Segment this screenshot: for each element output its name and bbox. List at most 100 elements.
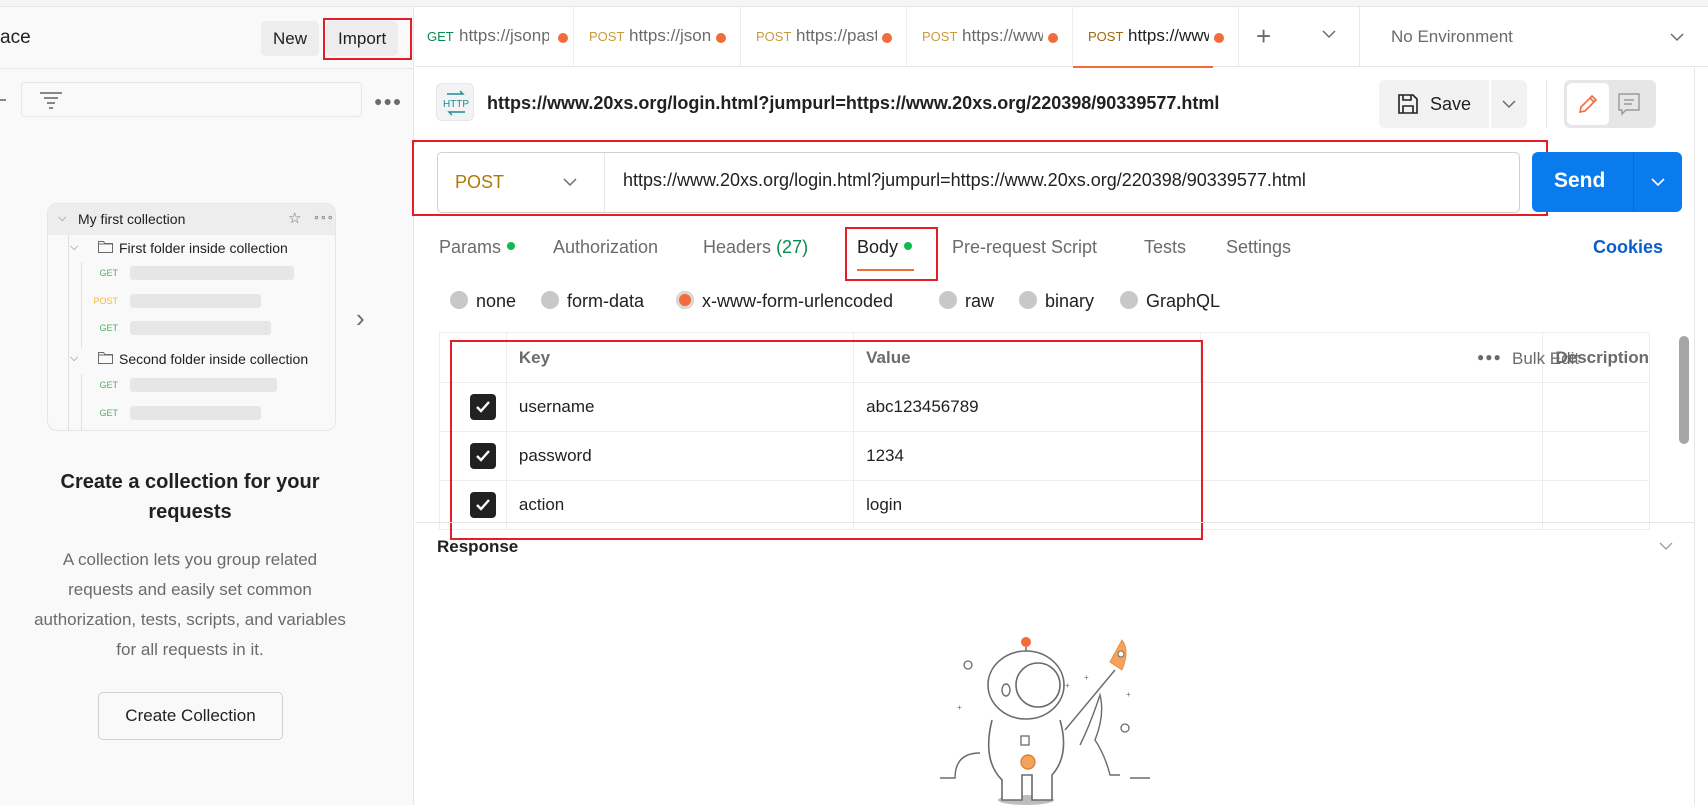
- environment-selector[interactable]: No Environment: [1359, 7, 1708, 67]
- astronaut-illustration: + + + +: [940, 637, 1150, 805]
- request-tab[interactable]: POST https://pastebin: [741, 7, 907, 67]
- radio-label: form-data: [567, 291, 645, 311]
- method-selector[interactable]: POST: [438, 153, 605, 212]
- save-options-button[interactable]: [1491, 80, 1527, 128]
- tab-url: https://www: [962, 26, 1043, 45]
- filter-input[interactable]: [21, 82, 362, 117]
- empty-state-description: A collection lets you group related requ…: [34, 550, 346, 659]
- radio-icon: [541, 291, 559, 310]
- send-button[interactable]: Send: [1532, 152, 1682, 212]
- divider: [1633, 152, 1634, 212]
- radio-icon: [450, 291, 468, 310]
- request-tab-active[interactable]: POST https://www: [1073, 7, 1239, 68]
- request-item: GET: [48, 375, 335, 395]
- value-cell[interactable]: 1234: [853, 431, 1544, 481]
- response-title: Response: [437, 537, 519, 556]
- radio-label: raw: [965, 291, 995, 311]
- collection-name: My first collection: [78, 211, 186, 227]
- import-button[interactable]: Import: [326, 21, 399, 56]
- cookies-link[interactable]: Cookies: [1593, 237, 1663, 258]
- body-type-none[interactable]: none: [450, 291, 516, 312]
- tab-body[interactable]: Body: [857, 237, 913, 258]
- tab-params[interactable]: Params: [439, 237, 516, 258]
- body-type-form-data[interactable]: form-data: [541, 291, 644, 312]
- collapse-dash-icon[interactable]: [0, 99, 6, 101]
- sidebar: ace New Import ●●● ⌵ My first collection…: [0, 7, 414, 805]
- tab-label: Headers: [703, 237, 772, 257]
- empty-state-title: Create a collection for your requests: [60, 471, 320, 523]
- chevron-down-icon[interactable]: [1650, 174, 1666, 190]
- chevron-down-icon: [1502, 100, 1516, 109]
- radio-label: binary: [1045, 291, 1095, 311]
- row-checkbox[interactable]: [470, 394, 496, 420]
- unsaved-dot: [882, 33, 892, 43]
- request-tab[interactable]: POST https://www: [907, 7, 1073, 67]
- bulk-edit-button[interactable]: Bulk Edit: [1512, 349, 1579, 369]
- more-options-icon[interactable]: ●●●: [374, 93, 402, 109]
- save-button[interactable]: Save: [1379, 80, 1489, 128]
- collection-header: ⌵ My first collection ☆ ∘∘∘: [48, 204, 335, 235]
- description-cell[interactable]: [1542, 382, 1650, 432]
- tab-settings[interactable]: Settings: [1226, 237, 1291, 258]
- tab-authorization[interactable]: Authorization: [553, 237, 658, 258]
- request-tab[interactable]: POST https://jsonplaceholder: [574, 7, 741, 67]
- star-icon: ☆: [288, 210, 302, 227]
- key-cell[interactable]: password: [505, 431, 855, 481]
- radio-label: GraphQL: [1146, 291, 1221, 311]
- comment-icon[interactable]: [1617, 92, 1641, 116]
- create-collection-button[interactable]: Create Collection: [98, 692, 283, 740]
- url-input[interactable]: [623, 170, 1503, 191]
- radio-selected-icon: [676, 291, 694, 310]
- folder-item: ⌵ Second folder inside collection: [48, 348, 335, 372]
- chevron-right-icon[interactable]: ›: [356, 303, 365, 334]
- request-title[interactable]: https://www.20xs.org/login.html?jumpurl=…: [487, 93, 1219, 114]
- radio-icon: [939, 291, 957, 310]
- edit-mode-button[interactable]: [1567, 83, 1609, 125]
- row-checkbox-cell: [439, 382, 507, 432]
- value-cell[interactable]: abc123456789: [853, 382, 1544, 432]
- more-options-icon[interactable]: ●●●: [1477, 350, 1502, 364]
- request-item: GET: [48, 263, 335, 283]
- check-icon: [476, 499, 490, 511]
- row-checkbox-cell: [439, 431, 507, 481]
- body-type-x-www-form-urlencoded[interactable]: x-www-form-urlencoded: [676, 291, 893, 312]
- folder-item: ⌵ First folder inside collection: [48, 237, 335, 261]
- divider: [1694, 68, 1695, 805]
- pencil-icon: [1578, 94, 1598, 114]
- row-checkbox[interactable]: [470, 492, 496, 518]
- body-type-graphql[interactable]: GraphQL: [1120, 291, 1220, 312]
- new-tab-plus-icon[interactable]: +: [1256, 21, 1271, 52]
- method-label: GET: [99, 268, 118, 278]
- active-tab-indicator: [857, 269, 914, 271]
- unsaved-dot: [558, 33, 568, 43]
- key-cell[interactable]: username: [505, 382, 855, 432]
- row-checkbox[interactable]: [470, 443, 496, 469]
- scrollbar-thumb[interactable]: [1679, 336, 1689, 444]
- tab-headers[interactable]: Headers (27): [703, 237, 808, 258]
- body-params-table: Key Value Description username abc123456…: [439, 332, 1650, 530]
- save-icon: [1398, 94, 1418, 114]
- description-cell[interactable]: [1542, 431, 1650, 481]
- chevron-down-icon[interactable]: [1658, 538, 1674, 554]
- workspace-title: ace: [0, 27, 31, 48]
- tab-url: https://www: [1128, 26, 1209, 45]
- folder-icon: [98, 352, 113, 364]
- view-mode-toggle: [1564, 80, 1656, 128]
- new-button[interactable]: New: [261, 21, 320, 56]
- tab-tests[interactable]: Tests: [1144, 237, 1186, 258]
- placeholder-bar: [130, 321, 271, 335]
- placeholder-bar: [130, 294, 261, 308]
- svg-text:+: +: [1084, 673, 1089, 682]
- folder-name: First folder inside collection: [119, 240, 288, 256]
- method-label: GET: [99, 408, 118, 418]
- tab-list-chevron-icon[interactable]: [1320, 25, 1338, 43]
- request-tab[interactable]: GET https://jsonplaceholder: [415, 7, 574, 67]
- active-dot: [904, 242, 913, 251]
- tab-method: POST: [756, 29, 792, 44]
- tab-pre-request-script[interactable]: Pre-request Script: [952, 237, 1097, 258]
- tab-method: POST: [589, 29, 625, 44]
- send-label: Send: [1554, 169, 1606, 192]
- body-type-binary[interactable]: binary: [1019, 291, 1094, 312]
- url-bar: POST: [437, 152, 1520, 213]
- body-type-raw[interactable]: raw: [939, 291, 994, 312]
